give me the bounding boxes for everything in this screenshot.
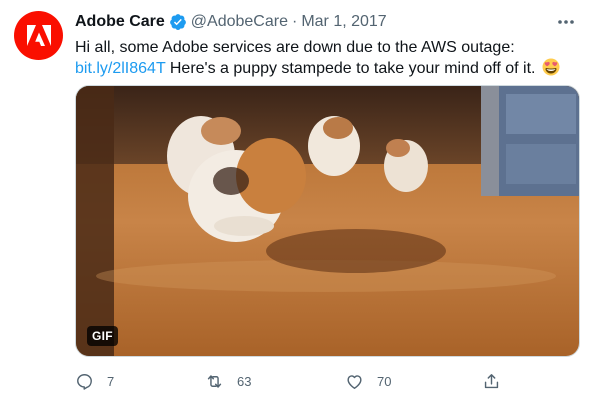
share-button[interactable] [482,369,501,393]
tweet-text: Hi all, some Adobe services are down due… [75,37,575,79]
verified-badge-icon [169,13,187,31]
more-icon[interactable] [555,12,577,32]
like-count: 70 [377,373,392,389]
adobe-logo-icon [26,24,51,46]
gif-media[interactable]: GIF [75,85,580,357]
retweet-count: 63 [237,373,252,389]
puppy-gif-image [76,86,579,356]
separator-dot: · [291,13,298,30]
author-name[interactable]: Adobe Care [75,13,165,31]
author-handle[interactable]: @AdobeCare [191,13,288,31]
tweet-header: Adobe Care @AdobeCare · Mar 1, 2017 [75,11,387,33]
avatar[interactable] [14,11,63,60]
tweet-date[interactable]: Mar 1, 2017 [301,13,386,31]
tweet-text-line2: Here's a puppy stampede to take your min… [165,60,536,77]
reply-count: 7 [107,373,115,389]
heart-icon [347,374,362,389]
retweet-button[interactable]: 63 [205,369,251,393]
reply-button[interactable]: 7 [75,369,114,393]
retweet-icon [207,374,222,388]
action-bar: 7 63 70 [75,369,505,393]
tweet-text-line1: Hi all, some Adobe services are down due… [75,39,515,56]
share-icon [484,373,499,388]
tweet-link[interactable]: bit.ly/2lI864T [75,60,165,77]
tweet-card: Adobe Care @AdobeCare · Mar 1, 2017 Hi a… [0,0,593,403]
reply-icon [77,373,92,390]
gif-badge: GIF [87,326,118,346]
heart-eyes-emoji-icon [542,58,560,76]
like-button[interactable]: 70 [345,369,391,393]
